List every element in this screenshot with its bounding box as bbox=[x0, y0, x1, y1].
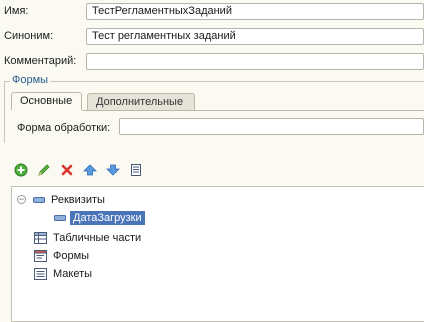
tab-additional[interactable]: Дополнительные bbox=[87, 93, 195, 111]
name-field[interactable]: ТестРегламентныхЗаданий bbox=[86, 3, 424, 20]
comment-field[interactable] bbox=[86, 53, 424, 70]
tab-main[interactable]: Основные bbox=[11, 92, 82, 110]
tree-item-attributes[interactable]: − Реквизиты bbox=[17, 191, 105, 208]
tree-item-label: ДатаЗагрузки bbox=[70, 210, 145, 225]
pencil-icon bbox=[38, 164, 50, 176]
synonym-field[interactable]: Тест регламентных заданий bbox=[86, 28, 424, 45]
processing-form-field[interactable] bbox=[119, 118, 424, 135]
tree-item-load-date[interactable]: ДатаЗагрузки bbox=[54, 209, 145, 226]
name-label: Имя: bbox=[4, 5, 29, 17]
processing-form-label: Форма обработки: bbox=[17, 122, 111, 134]
arrow-up-icon bbox=[83, 164, 97, 176]
template-icon bbox=[34, 267, 47, 280]
tree-item-label: Табличные части bbox=[53, 231, 142, 244]
tree-item-templates[interactable]: Макеты bbox=[34, 265, 92, 282]
move-down-button[interactable] bbox=[105, 162, 121, 178]
table-icon bbox=[34, 231, 47, 244]
attribute-icon bbox=[33, 196, 45, 203]
delete-button[interactable] bbox=[59, 162, 75, 178]
red-x-icon bbox=[61, 164, 73, 176]
comment-label: Комментарий: bbox=[4, 55, 77, 67]
attribute-icon bbox=[54, 214, 66, 221]
add-button[interactable] bbox=[13, 162, 29, 178]
tree-item-tabular-parts[interactable]: Табличные части bbox=[34, 229, 141, 246]
tree-item-label: Реквизиты bbox=[51, 193, 105, 206]
forms-group-title: Формы bbox=[10, 74, 51, 86]
form-icon bbox=[34, 249, 47, 262]
tree-item-label: Макеты bbox=[53, 267, 93, 280]
collapse-icon[interactable]: − bbox=[17, 195, 26, 204]
move-up-button[interactable] bbox=[82, 162, 98, 178]
document-list-icon bbox=[131, 164, 141, 176]
structure-tree[interactable]: − Реквизиты ДатаЗагрузки Табличные части… bbox=[11, 186, 424, 322]
edit-button[interactable] bbox=[36, 162, 52, 178]
plus-circle-icon bbox=[14, 163, 28, 177]
list-button[interactable] bbox=[128, 162, 144, 178]
tree-item-forms[interactable]: Формы bbox=[34, 247, 89, 264]
synonym-label: Синоним: bbox=[4, 30, 54, 42]
tree-item-label: Формы bbox=[53, 249, 90, 262]
arrow-down-icon bbox=[106, 164, 120, 176]
